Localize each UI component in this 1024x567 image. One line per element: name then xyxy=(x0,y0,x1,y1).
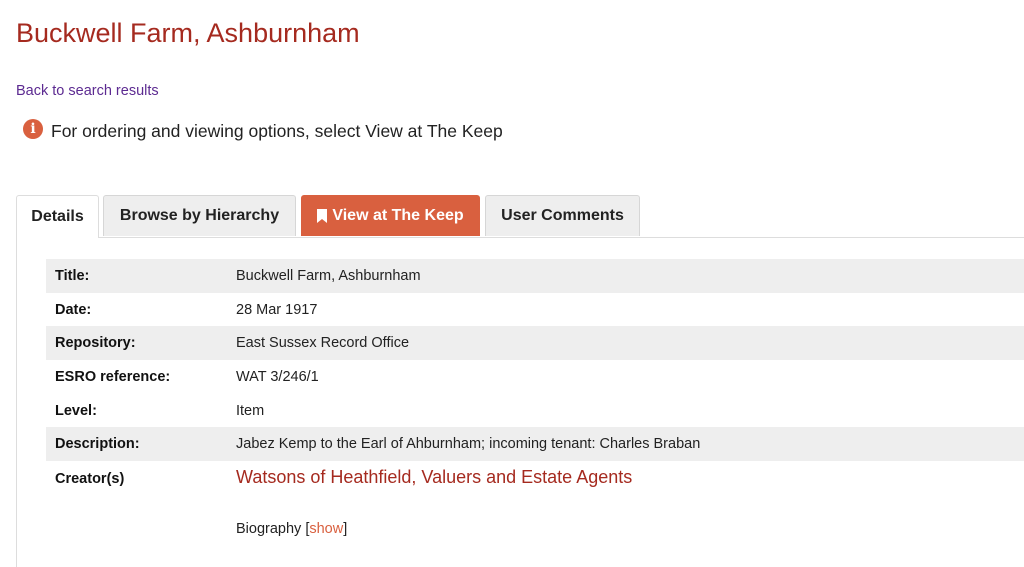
bookmark-icon xyxy=(317,209,328,223)
details-label: Title: xyxy=(55,267,90,284)
details-label: Repository: xyxy=(55,335,136,352)
ordering-info-notice: i For ordering and viewing options, sele… xyxy=(23,119,503,143)
details-value: Buckwell Farm, Ashburnham xyxy=(236,267,421,284)
biography-line: Biography [show] xyxy=(236,521,348,538)
details-value: 28 Mar 1917 xyxy=(236,301,318,318)
details-value: WAT 3/246/1 xyxy=(236,368,319,385)
details-row-date: Date: 28 Mar 1917 xyxy=(46,293,1024,327)
creator-link[interactable]: Watsons of Heathfield, Valuers and Estat… xyxy=(236,467,632,488)
tab-view-at-the-keep[interactable]: View at The Keep xyxy=(301,195,480,236)
details-value: Item xyxy=(236,402,265,419)
details-row-creators: Creator(s) Watsons of Heathfield, Valuer… xyxy=(46,461,1024,551)
back-to-search-results-link[interactable]: Back to search results xyxy=(16,82,159,100)
record-page: Buckwell Farm, Ashburnham Back to search… xyxy=(0,0,1024,567)
tab-details-label: Details xyxy=(31,208,84,225)
details-row-esro-reference: ESRO reference: WAT 3/246/1 xyxy=(46,360,1024,394)
biography-label: Biography xyxy=(236,521,302,538)
details-label: Description: xyxy=(55,436,140,453)
record-tabs: Details Browse by Hierarchy View at The … xyxy=(16,195,1024,238)
details-label: Date: xyxy=(55,301,92,318)
details-row-repository: Repository: East Sussex Record Office xyxy=(46,326,1024,361)
page-title: Buckwell Farm, Ashburnham xyxy=(16,18,360,48)
tab-user-comments-label: User Comments xyxy=(501,207,624,224)
details-value: Jabez Kemp to the Earl of Ahburnham; inc… xyxy=(236,436,701,453)
biography-show-link[interactable]: show xyxy=(309,521,343,537)
creators-label: Creator(s) xyxy=(55,471,125,488)
ordering-info-text: For ordering and viewing options, select… xyxy=(51,120,503,141)
tab-view-at-the-keep-label: View at The Keep xyxy=(332,207,464,224)
tab-user-comments[interactable]: User Comments xyxy=(485,195,640,236)
tab-details[interactable]: Details xyxy=(16,195,99,238)
details-table: Title: Buckwell Farm, Ashburnham Date: 2… xyxy=(46,259,1024,551)
details-row-level: Level: Item xyxy=(46,394,1024,428)
details-label: ESRO reference: xyxy=(55,368,171,385)
info-circle-icon: i xyxy=(23,119,43,139)
details-panel: Title: Buckwell Farm, Ashburnham Date: 2… xyxy=(16,237,1024,567)
details-row-description: Description: Jabez Kemp to the Earl of A… xyxy=(46,427,1024,462)
details-value: East Sussex Record Office xyxy=(236,335,410,352)
details-row-title: Title: Buckwell Farm, Ashburnham xyxy=(46,259,1024,293)
tab-browse-by-hierarchy-label: Browse by Hierarchy xyxy=(119,207,280,224)
tab-browse-by-hierarchy[interactable]: Browse by Hierarchy xyxy=(103,195,296,236)
details-label: Level: xyxy=(55,402,97,419)
